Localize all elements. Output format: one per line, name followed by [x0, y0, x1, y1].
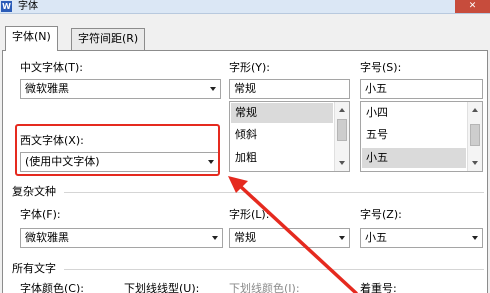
- size-scrollbar[interactable]: [467, 102, 482, 171]
- style-option-bold[interactable]: 加粗: [231, 148, 333, 168]
- complex-style-label: 字形(L):: [229, 208, 270, 221]
- section-divider: [64, 269, 484, 270]
- window-title: 字体: [18, 1, 38, 12]
- size-label: 字号(S):: [360, 61, 402, 74]
- scroll-thumb[interactable]: [337, 119, 347, 141]
- complex-size-combo[interactable]: 小五: [360, 228, 483, 248]
- scroll-up-icon[interactable]: [339, 108, 345, 112]
- title-bar: W 字体 ✕: [0, 0, 490, 14]
- style-scrollbar[interactable]: [334, 102, 349, 171]
- complex-font-label: 字体(F):: [20, 208, 61, 221]
- tab-font[interactable]: 字体(N): [5, 26, 58, 51]
- dropdown-arrow-icon: [472, 236, 478, 240]
- tab-character-spacing[interactable]: 字符间距(R): [71, 28, 146, 50]
- complex-style-combo[interactable]: 常规: [229, 228, 350, 248]
- red-highlight-box: [15, 124, 220, 176]
- scroll-thumb[interactable]: [470, 124, 480, 146]
- style-listbox[interactable]: 常规 倾斜 加粗: [229, 101, 350, 172]
- underline-color-label: 下划线颜色(I):: [229, 282, 300, 293]
- size-option-xiaowu[interactable]: 小五: [362, 148, 466, 168]
- section-divider: [64, 192, 484, 193]
- chinese-font-value: 微软雅黑: [25, 82, 69, 95]
- size-listbox[interactable]: 小四 五号 小五: [360, 101, 483, 172]
- style-option-regular[interactable]: 常规: [231, 103, 333, 123]
- style-option-italic[interactable]: 倾斜: [231, 125, 333, 145]
- close-button[interactable]: ✕: [455, 0, 490, 13]
- complex-font-value: 微软雅黑: [25, 231, 69, 244]
- style-input-value: 常规: [234, 82, 256, 95]
- wps-app-icon: W: [1, 1, 12, 12]
- complex-size-label: 字号(Z):: [360, 208, 402, 221]
- dropdown-arrow-icon: [212, 236, 218, 240]
- underline-style-label: 下划线线型(U):: [124, 282, 200, 293]
- size-input-value: 小五: [365, 82, 387, 95]
- all-text-section-title: 所有文字: [12, 262, 56, 275]
- size-option-xiaosi[interactable]: 小四: [362, 103, 466, 123]
- emphasis-mark-label: 着重号:: [360, 282, 397, 293]
- dropdown-arrow-icon: [339, 236, 345, 240]
- scroll-up-icon[interactable]: [472, 108, 478, 112]
- size-option-wuhao[interactable]: 五号: [362, 125, 466, 145]
- chinese-font-label: 中文字体(T):: [20, 61, 84, 74]
- size-input[interactable]: 小五: [360, 79, 483, 99]
- dropdown-arrow-icon: [210, 87, 216, 91]
- font-color-label: 字体颜色(C):: [20, 282, 84, 293]
- style-input[interactable]: 常规: [229, 79, 350, 99]
- scroll-down-icon[interactable]: [339, 161, 345, 165]
- complex-style-value: 常规: [234, 231, 256, 244]
- complex-font-combo[interactable]: 微软雅黑: [20, 228, 223, 248]
- style-label: 字形(Y):: [229, 61, 271, 74]
- scroll-down-icon[interactable]: [472, 161, 478, 165]
- complex-section-title: 复杂文种: [12, 185, 56, 198]
- chinese-font-combo[interactable]: 微软雅黑: [20, 79, 221, 99]
- complex-size-value: 小五: [365, 231, 387, 244]
